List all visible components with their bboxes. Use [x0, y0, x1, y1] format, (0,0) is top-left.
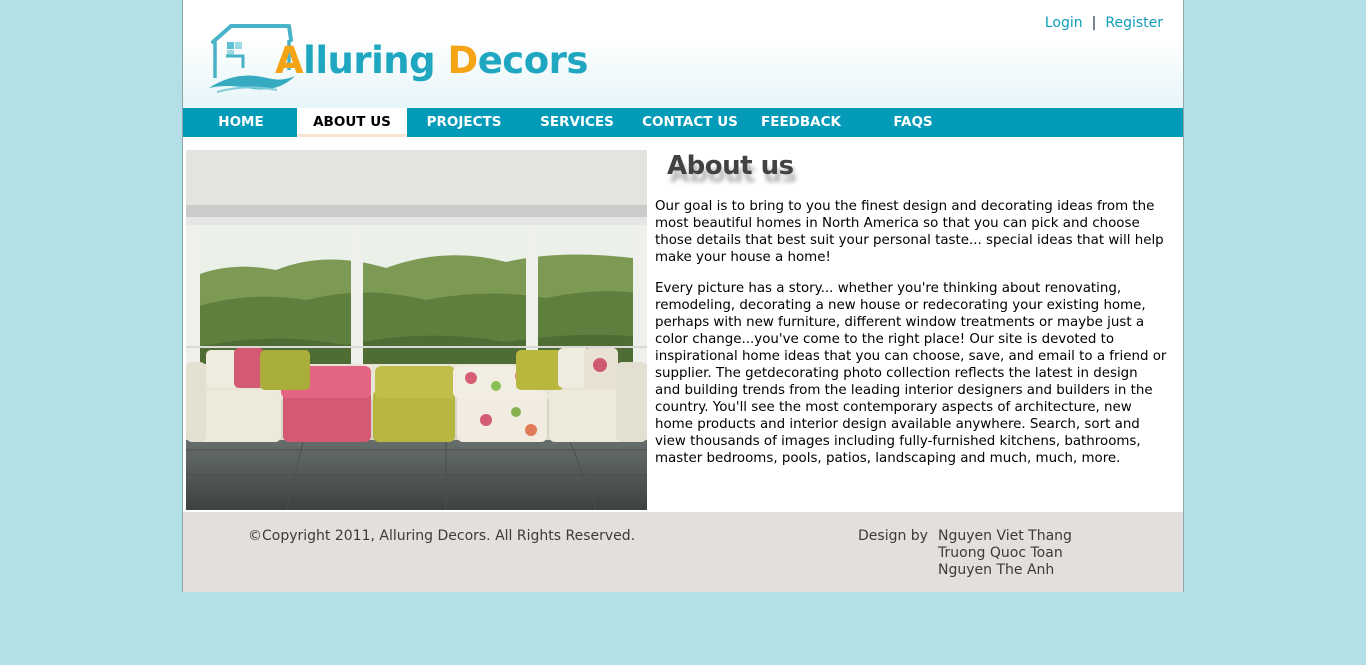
designers-list: Nguyen Viet Thang Truong Quoc Toan Nguye… [938, 528, 1072, 579]
nav-about-us[interactable]: ABOUT US [297, 108, 407, 137]
hero-image [186, 150, 647, 510]
logo-letter-d: D [447, 39, 478, 82]
design-by-label: Design by [858, 528, 928, 544]
designer-name: Nguyen The Anh [938, 562, 1055, 578]
nav-services[interactable]: SERVICES [530, 108, 624, 137]
logo-word-2: ecors [477, 39, 589, 82]
nav-home[interactable]: HOME [197, 108, 285, 137]
nav-projects[interactable]: PROJECTS [417, 108, 511, 137]
logo-letter-a: A [275, 39, 304, 82]
nav-feedback[interactable]: FEEDBACK [755, 108, 847, 137]
designer-name: Truong Quoc Toan [938, 545, 1063, 561]
auth-separator: | [1091, 15, 1097, 31]
designer-name: Nguyen Viet Thang [938, 528, 1072, 544]
footer: ©Copyright 2011, Alluring Decors. All Ri… [183, 512, 1183, 592]
nav-faqs[interactable]: FAQS [873, 108, 953, 137]
main-nav: HOME ABOUT US PROJECTS SERVICES CONTACT … [183, 108, 1183, 137]
about-paragraph-2: Every picture has a story... whether you… [655, 281, 1167, 466]
about-content: About us Our goal is to bring to you the… [655, 150, 1175, 481]
login-link[interactable]: Login [1045, 15, 1083, 31]
logo-word-1: lluring [303, 39, 448, 82]
living-room-photo-icon [186, 150, 647, 510]
site-logo[interactable]: Alluring Decors [207, 20, 588, 96]
copyright-text: ©Copyright 2011, Alluring Decors. All Ri… [248, 528, 636, 544]
about-title: About us [667, 151, 794, 181]
auth-links: Login | Register [1045, 15, 1163, 31]
header: Alluring Decors Login | Register [183, 0, 1183, 108]
logo-text: Alluring Decors [275, 42, 588, 79]
register-link[interactable]: Register [1105, 15, 1163, 31]
about-paragraph-1: Our goal is to bring to you the finest d… [655, 199, 1164, 265]
nav-contact-us[interactable]: CONTACT US [638, 108, 742, 137]
page-container: Alluring Decors Login | Register HOME ABOU… [182, 0, 1184, 592]
